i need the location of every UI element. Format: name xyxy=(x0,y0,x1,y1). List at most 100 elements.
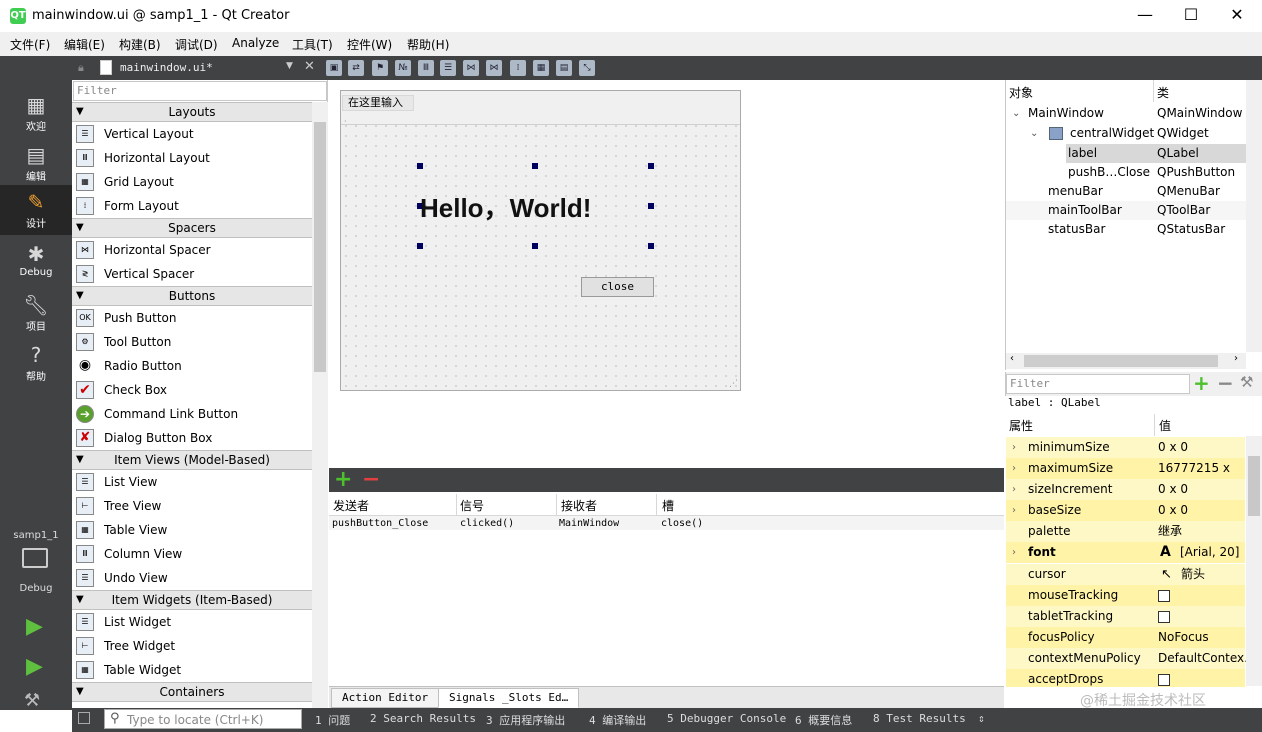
property-row[interactable]: contextMenuPolicy DefaultContex… xyxy=(1006,648,1256,669)
category-spacers[interactable]: ▼ Spacers xyxy=(72,218,312,238)
property-row[interactable]: › minimumSize 0 x 0 xyxy=(1006,437,1245,458)
chevron-left-icon[interactable]: ‹ xyxy=(1010,353,1014,364)
category-item-widgets[interactable]: ▼ Item Widgets (Item-Based) xyxy=(72,590,312,610)
hello-label[interactable]: Hello，World! xyxy=(420,188,591,225)
maximize-button[interactable]: ☐ xyxy=(1168,0,1214,32)
header-object[interactable]: 对象 xyxy=(1009,84,1033,101)
menu-debug[interactable]: 调试(D) xyxy=(175,36,218,53)
tab-signals-slots-editor[interactable]: Signals _Slots Ed… xyxy=(438,688,580,708)
close-file-icon[interactable]: ✕ xyxy=(304,59,315,74)
mode-edit[interactable]: ▤ 编辑 xyxy=(0,138,72,188)
tree-row-statusbar[interactable]: statusBar QStatusBar xyxy=(1006,220,1246,239)
property-value[interactable]: 0 x 0 xyxy=(1158,500,1188,521)
selection-handle[interactable] xyxy=(648,203,654,209)
row-sender[interactable]: pushButton_Close xyxy=(332,518,428,529)
widget-command-link-button[interactable]: ➔ Command Link Button xyxy=(72,402,312,426)
layout-form-icon[interactable]: ⁞ xyxy=(510,60,526,76)
chevron-right-icon[interactable]: › xyxy=(1012,458,1016,479)
toggle-sidebar-icon[interactable] xyxy=(78,712,90,724)
scrollbar-thumb[interactable] xyxy=(1024,355,1218,367)
property-row[interactable]: ›maximumSize16777215 x 1… xyxy=(1006,458,1245,496)
mode-projects[interactable]: 🔧︎ 项目 xyxy=(0,288,72,338)
chevron-right-icon[interactable]: › xyxy=(1012,500,1016,521)
chevron-updown-icon[interactable]: ⇕ xyxy=(978,712,985,725)
layout-horizontal-icon[interactable]: Ⅲ xyxy=(418,60,434,76)
widget-column-view[interactable]: Ⅲ Column View xyxy=(72,542,312,566)
selection-handle[interactable] xyxy=(532,243,538,249)
pane-test-results[interactable]: 8 Test Results xyxy=(873,712,966,725)
property-row[interactable]: › sizeIncrement 0 x 0 xyxy=(1006,479,1245,500)
edit-tab-order-icon[interactable]: № xyxy=(395,60,411,76)
chevron-right-icon[interactable]: › xyxy=(1012,542,1016,563)
object-inspector-scrollbar[interactable] xyxy=(1246,80,1262,352)
property-scrollbar[interactable] xyxy=(1246,436,1262,686)
header-sender[interactable]: 发送者 xyxy=(333,497,369,514)
widget-radio-button[interactable]: ◉ Radio Button xyxy=(72,354,312,378)
main-window-form[interactable] xyxy=(340,90,741,391)
property-value[interactable]: DefaultContex… xyxy=(1158,648,1256,669)
scrollbar-thumb[interactable] xyxy=(1248,456,1260,516)
pane-general-messages[interactable]: 6 概要信息 xyxy=(795,712,852,728)
property-row[interactable]: tabletTracking xyxy=(1006,606,1245,627)
tree-row-mainwindow[interactable]: ⌄ MainWindow QMainWindow xyxy=(1006,104,1246,123)
property-row[interactable]: acceptDrops xyxy=(1006,669,1245,687)
widget-horizontal-spacer[interactable]: ⋈ Horizontal Spacer xyxy=(72,238,312,262)
widget-filter-input[interactable]: Filter xyxy=(73,81,327,101)
tree-row-pushbutton[interactable]: pushB…Close QPushButton xyxy=(1006,163,1246,182)
widget-table-widget[interactable]: ▦ Table Widget xyxy=(72,658,312,682)
property-value[interactable]: [Arial, 20] xyxy=(1180,542,1239,563)
edit-buddies-icon[interactable]: ⚑ xyxy=(372,60,388,76)
monitor-icon[interactable] xyxy=(22,548,48,568)
category-item-views[interactable]: ▼ Item Views (Model-Based) xyxy=(72,450,312,470)
selection-handle[interactable] xyxy=(532,163,538,169)
menu-tools[interactable]: 工具(T) xyxy=(292,36,333,53)
category-buttons[interactable]: ▼ Buttons xyxy=(72,286,312,306)
remove-connection-icon[interactable]: − xyxy=(362,468,380,492)
menu-file[interactable]: 文件(F) xyxy=(10,36,50,53)
widget-form-layout[interactable]: ⁞ Form Layout xyxy=(72,194,312,218)
widget-horizontal-layout[interactable]: Ⅲ Horizontal Layout xyxy=(72,146,312,170)
property-value[interactable]: NoFocus xyxy=(1158,627,1209,648)
property-row[interactable]: › font A [Arial, 20] xyxy=(1006,542,1245,563)
layout-vertical-icon[interactable]: ☰ xyxy=(440,60,456,76)
checkbox-icon[interactable] xyxy=(1158,673,1170,686)
property-row[interactable]: focusPolicy NoFocus xyxy=(1006,627,1245,648)
horizontal-scrollbar[interactable]: ‹ › xyxy=(1006,353,1246,369)
mode-debug[interactable]: ✱ Debug xyxy=(0,237,72,287)
header-receiver[interactable]: 接收者 xyxy=(561,497,597,514)
selection-handle[interactable] xyxy=(648,163,654,169)
selection-handle[interactable] xyxy=(417,163,423,169)
chevron-right-icon[interactable]: › xyxy=(1234,353,1238,364)
accept-drops-checkbox[interactable] xyxy=(1158,669,1170,690)
selection-handle[interactable] xyxy=(648,243,654,249)
widget-table-view[interactable]: ▦ Table View xyxy=(72,518,312,542)
header-slot[interactable]: 槽 xyxy=(662,497,674,514)
pane-compile-output[interactable]: 4 编译输出 xyxy=(589,712,646,728)
minimize-button[interactable]: — xyxy=(1122,0,1168,32)
pane-application-output[interactable]: 3 应用程序输出 xyxy=(486,712,565,728)
add-dynamic-property-icon[interactable]: + xyxy=(1193,371,1210,395)
property-value[interactable]: 0 x 0 xyxy=(1158,437,1188,458)
tree-row-centralwidget[interactable]: ⌄ centralWidget QWidget xyxy=(1006,124,1246,143)
close-window-button[interactable]: ✕ xyxy=(1214,0,1260,32)
build-hammer-icon[interactable]: ⚒ xyxy=(24,690,40,711)
menu-type-here[interactable]: 在这里输入 xyxy=(342,95,414,111)
row-signal[interactable]: clicked() xyxy=(460,518,514,529)
break-layout-icon[interactable]: ▤ xyxy=(556,60,572,76)
chevron-down-icon[interactable]: ▼ xyxy=(286,61,293,71)
tree-row-menubar[interactable]: menuBar QMenuBar xyxy=(1006,182,1246,201)
widget-list-view[interactable]: ☰ List View xyxy=(72,470,312,494)
pane-debugger-console[interactable]: 5 Debugger Console xyxy=(667,712,786,725)
scrollbar-thumb[interactable] xyxy=(314,122,326,372)
widget-dialog-button-box[interactable]: ✘ Dialog Button Box xyxy=(72,426,312,450)
tab-action-editor[interactable]: Action Editor xyxy=(331,688,440,708)
remove-dynamic-property-icon[interactable]: − xyxy=(1217,371,1234,395)
menu-build[interactable]: 构建(B) xyxy=(119,36,161,53)
chevron-right-icon[interactable]: › xyxy=(1012,437,1016,458)
header-property[interactable]: 属性 xyxy=(1009,417,1033,434)
property-value[interactable]: 箭头 xyxy=(1181,564,1205,585)
wrench-icon[interactable]: ⚒ xyxy=(1240,373,1253,391)
property-row[interactable]: palette 继承 xyxy=(1006,521,1245,542)
form-close-button[interactable]: close xyxy=(581,277,654,297)
chevron-right-icon[interactable]: › xyxy=(1012,479,1016,500)
